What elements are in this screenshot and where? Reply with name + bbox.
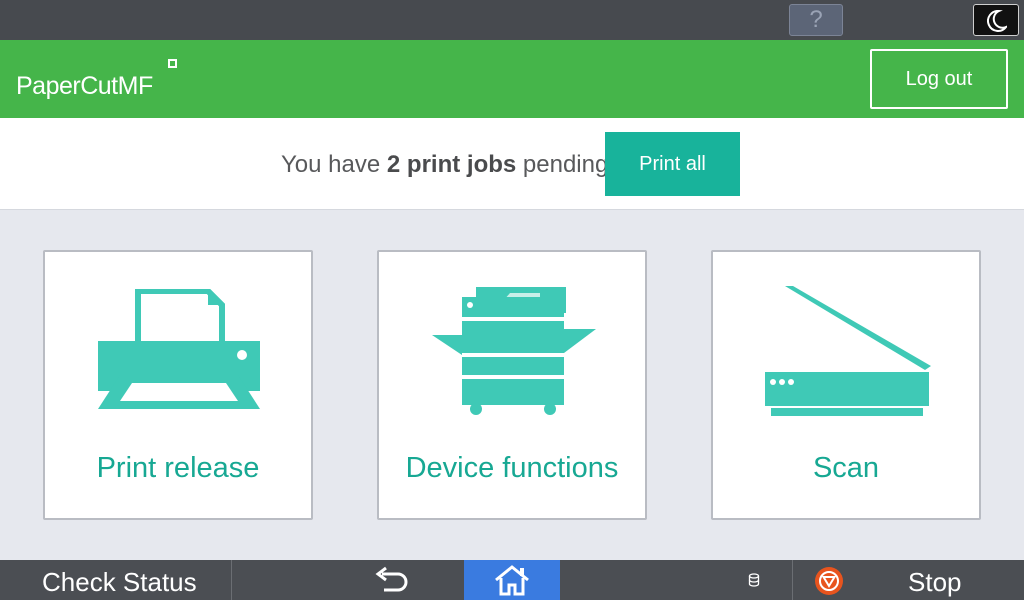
tile-label: Print release xyxy=(96,452,260,484)
night-mode-button[interactable] xyxy=(973,4,1019,36)
copier-icon xyxy=(432,287,596,415)
database-icon xyxy=(748,573,760,587)
pending-prefix: You have xyxy=(281,151,387,178)
tile-print-release[interactable]: Print release xyxy=(43,250,313,520)
moon-icon xyxy=(987,10,1007,32)
tile-scan[interactable]: Scan xyxy=(711,250,981,520)
system-bar: ? xyxy=(0,0,1024,40)
device-bottom-bar: Check Status Stop xyxy=(0,560,1024,600)
scanner-icon xyxy=(765,286,931,416)
tile-device-functions[interactable]: Device functions xyxy=(377,250,647,520)
bottom-divider xyxy=(792,560,793,600)
home-icon xyxy=(495,565,529,596)
home-button[interactable] xyxy=(464,560,560,600)
logout-button[interactable]: Log out xyxy=(870,49,1008,109)
logo-main: PaperCut xyxy=(16,72,118,100)
pending-jobs-bar: You have 2 print jobs pending Print all xyxy=(0,118,1024,210)
pending-jobs-message: You have 2 print jobs pending xyxy=(281,151,608,179)
logo-mark xyxy=(168,59,177,68)
help-button[interactable]: ? xyxy=(789,4,843,36)
papercut-logo: PaperCutMF xyxy=(16,59,177,101)
print-all-button[interactable]: Print all xyxy=(605,132,740,196)
tile-label: Scan xyxy=(812,452,880,484)
app-header: PaperCutMF Log out xyxy=(0,40,1024,118)
pending-count: 2 print jobs xyxy=(386,151,517,178)
stop-label[interactable]: Stop xyxy=(908,560,962,600)
printer-icon xyxy=(98,289,260,409)
tile-label: Device functions xyxy=(405,452,619,484)
pending-suffix: pending xyxy=(516,151,609,178)
back-arrow-icon[interactable] xyxy=(372,566,412,596)
logo-suffix: MF xyxy=(117,72,154,100)
stop-icon[interactable] xyxy=(814,566,844,596)
check-status-button[interactable]: Check Status xyxy=(0,560,232,600)
